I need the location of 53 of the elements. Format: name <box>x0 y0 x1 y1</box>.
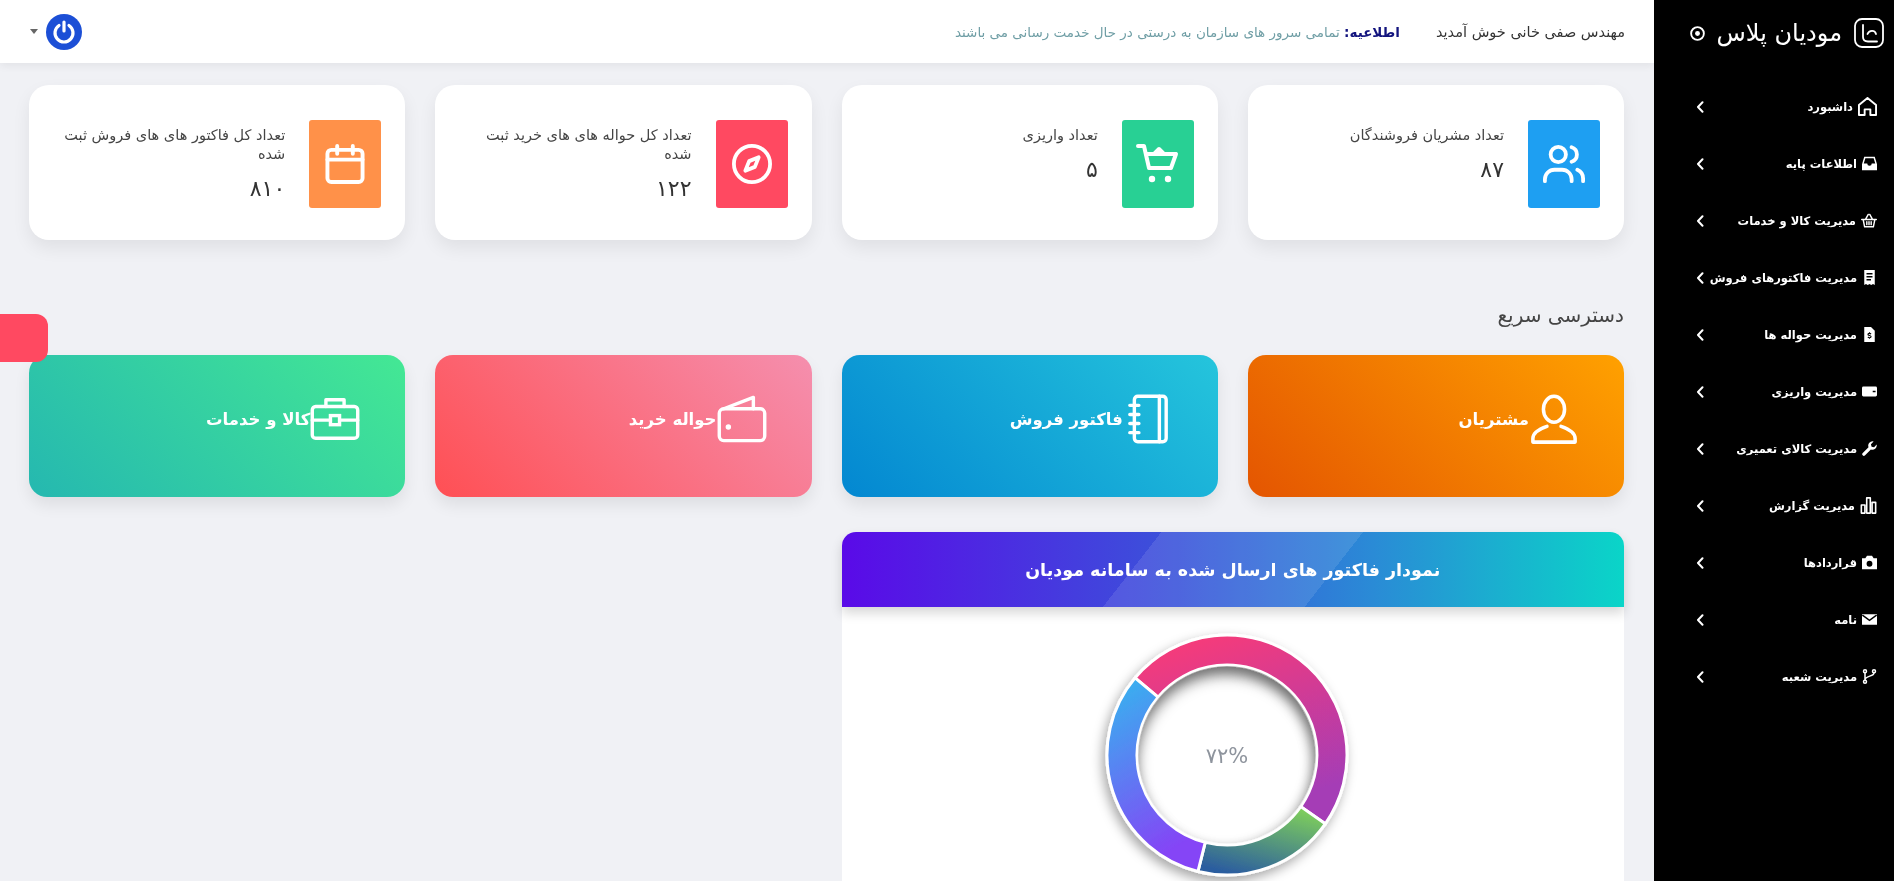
circle-dot-icon[interactable] <box>1689 25 1705 41</box>
stat-label: تعداد واریزی <box>1022 126 1098 145</box>
branch-icon <box>1862 669 1877 684</box>
sidebar-item[interactable]: نامه <box>1654 591 1894 648</box>
wrench-icon <box>1862 441 1877 456</box>
stat-label: تعداد مشریان فروشندگان <box>1349 126 1504 145</box>
chevron-icon <box>1696 328 1704 341</box>
dollar-file-icon <box>1862 327 1877 342</box>
chevron-icon <box>1696 385 1704 398</box>
logo-icon <box>1854 18 1884 48</box>
sidebar-item[interactable]: مدیریت حواله ها <box>1654 306 1894 363</box>
notice-text: اطلاعیه: تمامی سرور های سازمان به درستی در حال خدمت رسانی می باشند <box>954 23 1400 40</box>
sidebar-item[interactable]: اطلاعات پایه <box>1654 135 1894 192</box>
chevron-icon <box>1696 613 1704 626</box>
sidebar-item[interactable]: قراردادها <box>1654 534 1894 591</box>
sidebar-item[interactable]: مدیریت کالای تعمیری <box>1654 420 1894 477</box>
inbox-icon <box>1862 156 1877 171</box>
stat-label: تعداد کل فاکتور های های فروش ثبت شده <box>63 126 286 164</box>
envelope-icon <box>1862 612 1877 627</box>
sidebar-item[interactable]: مدیریت شعبه <box>1654 648 1894 705</box>
home-icon <box>1858 97 1877 116</box>
stat-value: ۱۲۲ <box>656 175 692 201</box>
stat-label: تعداد کل حواله های های خرید ثبت شده <box>485 126 692 164</box>
chevron-icon <box>1696 100 1704 113</box>
brand-name: مودیان پلاس <box>1716 19 1842 47</box>
chevron-icon <box>1696 157 1704 170</box>
sidebar-item[interactable]: مدیریت گزارش <box>1654 477 1894 534</box>
stat-value: ۸۷ <box>1480 156 1504 182</box>
user-icon <box>1529 394 1579 444</box>
chevron-icon <box>1696 670 1704 683</box>
basket-icon <box>1861 212 1877 229</box>
chevron-icon <box>1696 499 1704 512</box>
power-icon[interactable] <box>46 13 82 50</box>
chevron-icon <box>1696 442 1704 455</box>
percent-label: ۷۲% <box>1205 744 1248 768</box>
sidebar-item[interactable]: مدیریت کالا و خدمات <box>1654 192 1894 249</box>
wallet-icon <box>716 394 767 444</box>
chevron-icon <box>1696 214 1704 227</box>
welcome-text: مهندس صفی خانی خوش آمدید <box>1435 23 1625 40</box>
stat-value: ۸۱۰ <box>249 175 286 201</box>
chart-title: نمودار فاکتور های ارسال شده به سامانه مودیان <box>1025 559 1441 580</box>
chevron-icon <box>1696 556 1704 569</box>
section-title: دسترسی سریع <box>1496 303 1624 327</box>
sidebar-item[interactable]: مدیریت فاکتورهای فروش <box>1654 249 1894 306</box>
receipt-icon <box>1862 270 1877 285</box>
stat-value: ۵ <box>1085 156 1098 182</box>
caret-icon[interactable] <box>30 29 38 34</box>
camera-icon <box>1862 555 1877 570</box>
sidebar-item[interactable]: داشبورد <box>1654 78 1894 135</box>
bar-chart-icon <box>1860 497 1877 514</box>
wallet-icon <box>1862 384 1877 399</box>
sidebar-item[interactable]: مدیریت واریزی <box>1654 363 1894 420</box>
chevron-icon <box>1696 271 1704 284</box>
